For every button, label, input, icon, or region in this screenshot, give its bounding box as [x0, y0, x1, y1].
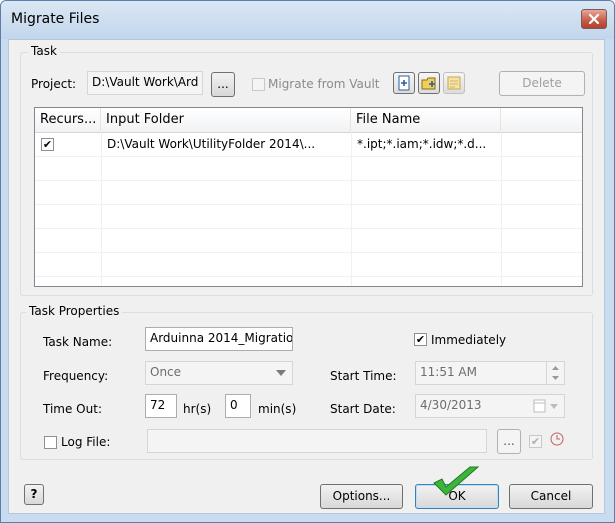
migrate-from-vault-checkbox[interactable]: [252, 78, 265, 91]
clock-icon: [550, 432, 564, 446]
help-button[interactable]: ?: [24, 484, 44, 505]
help-icon: ?: [30, 487, 38, 501]
timeout-minutes-input[interactable]: 0: [225, 394, 251, 418]
checkmark-overlay-icon: [433, 466, 480, 496]
immediately-label: Immediately: [431, 333, 507, 347]
start-time-input[interactable]: 11:51 AM: [415, 361, 565, 385]
delete-button[interactable]: Delete: [499, 71, 585, 96]
start-time-value: 11:51 AM: [420, 365, 477, 379]
add-folder-icon: [421, 77, 436, 90]
frequency-value: Once: [150, 365, 182, 379]
migrate-files-dialog: Migrate Files Task Project: D:\Vault Wor…: [0, 0, 615, 523]
minutes-unit-label: min(s): [258, 402, 297, 416]
close-icon: [588, 13, 600, 25]
cancel-button[interactable]: Cancel: [509, 484, 593, 509]
file-name-cell: *.ipt;*.iam;*.idw;*.d...: [357, 137, 487, 151]
ok-button[interactable]: OK: [415, 466, 499, 509]
task-name-input[interactable]: Arduinna 2014_Migration: [145, 327, 293, 351]
input-folder-cell: D:\Vault Work\UtilityFolder 2014\...: [107, 137, 316, 151]
new-task-icon: [398, 75, 410, 91]
log-overwrite-checkmark: ✔: [530, 435, 541, 448]
task-group-label: Task: [28, 44, 60, 58]
col-recursive[interactable]: Recurs...: [35, 108, 101, 132]
project-browse-button[interactable]: ...: [211, 72, 235, 97]
grid-header: Recurs... Input Folder File Name: [35, 108, 582, 133]
edit-task-icon: [447, 76, 461, 90]
immediately-checkbox[interactable]: ✔: [414, 333, 427, 346]
options-button[interactable]: Options...: [320, 484, 403, 509]
project-label: Project:: [31, 77, 77, 91]
title-bar[interactable]: Migrate Files: [1, 1, 614, 39]
project-field[interactable]: D:\Vault Work\Ard: [87, 71, 203, 95]
timeout-hours-input[interactable]: 72: [145, 394, 177, 418]
migrate-from-vault-label: Migrate from Vault: [268, 77, 380, 91]
table-row[interactable]: ✔ D:\Vault Work\UtilityFolder 2014\... *…: [35, 133, 582, 156]
frequency-select[interactable]: Once: [145, 361, 293, 385]
window-title: Migrate Files: [11, 11, 100, 27]
log-file-input[interactable]: [147, 429, 487, 453]
immediately-checkmark: ✔: [415, 333, 426, 346]
task-properties-label: Task Properties: [26, 304, 123, 318]
log-file-checkbox[interactable]: [44, 436, 57, 449]
recursive-checkbox[interactable]: ✔: [41, 138, 54, 151]
task-name-label: Task Name:: [43, 335, 113, 349]
recursive-checkmark: ✔: [42, 138, 53, 151]
start-time-label: Start Time:: [330, 369, 397, 383]
dialog-body: Task Project: D:\Vault Work\Ard ... Migr…: [8, 39, 605, 514]
chevron-down-icon: [276, 370, 286, 376]
log-file-browse-button[interactable]: ...: [497, 429, 521, 454]
add-folder-button[interactable]: [418, 72, 440, 94]
log-file-label: Log File:: [61, 435, 111, 449]
timeout-label: Time Out:: [43, 402, 102, 416]
start-date-value: 4/30/2013: [420, 398, 482, 412]
close-button[interactable]: [581, 9, 607, 29]
col-input-folder[interactable]: Input Folder: [101, 108, 351, 132]
edit-task-button[interactable]: [443, 72, 465, 94]
new-task-button[interactable]: [393, 72, 415, 94]
log-overwrite-checkbox[interactable]: ✔: [529, 435, 542, 448]
task-grid: Recurs... Input Folder File Name ✔ D:\Va…: [34, 107, 583, 287]
col-file-name[interactable]: File Name: [351, 108, 501, 132]
frequency-label: Frequency:: [43, 369, 109, 383]
start-date-label: Start Date:: [330, 402, 396, 416]
start-date-picker[interactable]: 4/30/2013: [415, 394, 565, 418]
task-properties-group: Task Properties Task Name: Arduinna 2014…: [20, 304, 593, 460]
start-time-spinner[interactable]: [546, 362, 564, 384]
hours-unit-label: hr(s): [183, 402, 212, 416]
spinner-arrows-icon: [552, 366, 559, 380]
calendar-dropdown-icon: [533, 399, 558, 413]
